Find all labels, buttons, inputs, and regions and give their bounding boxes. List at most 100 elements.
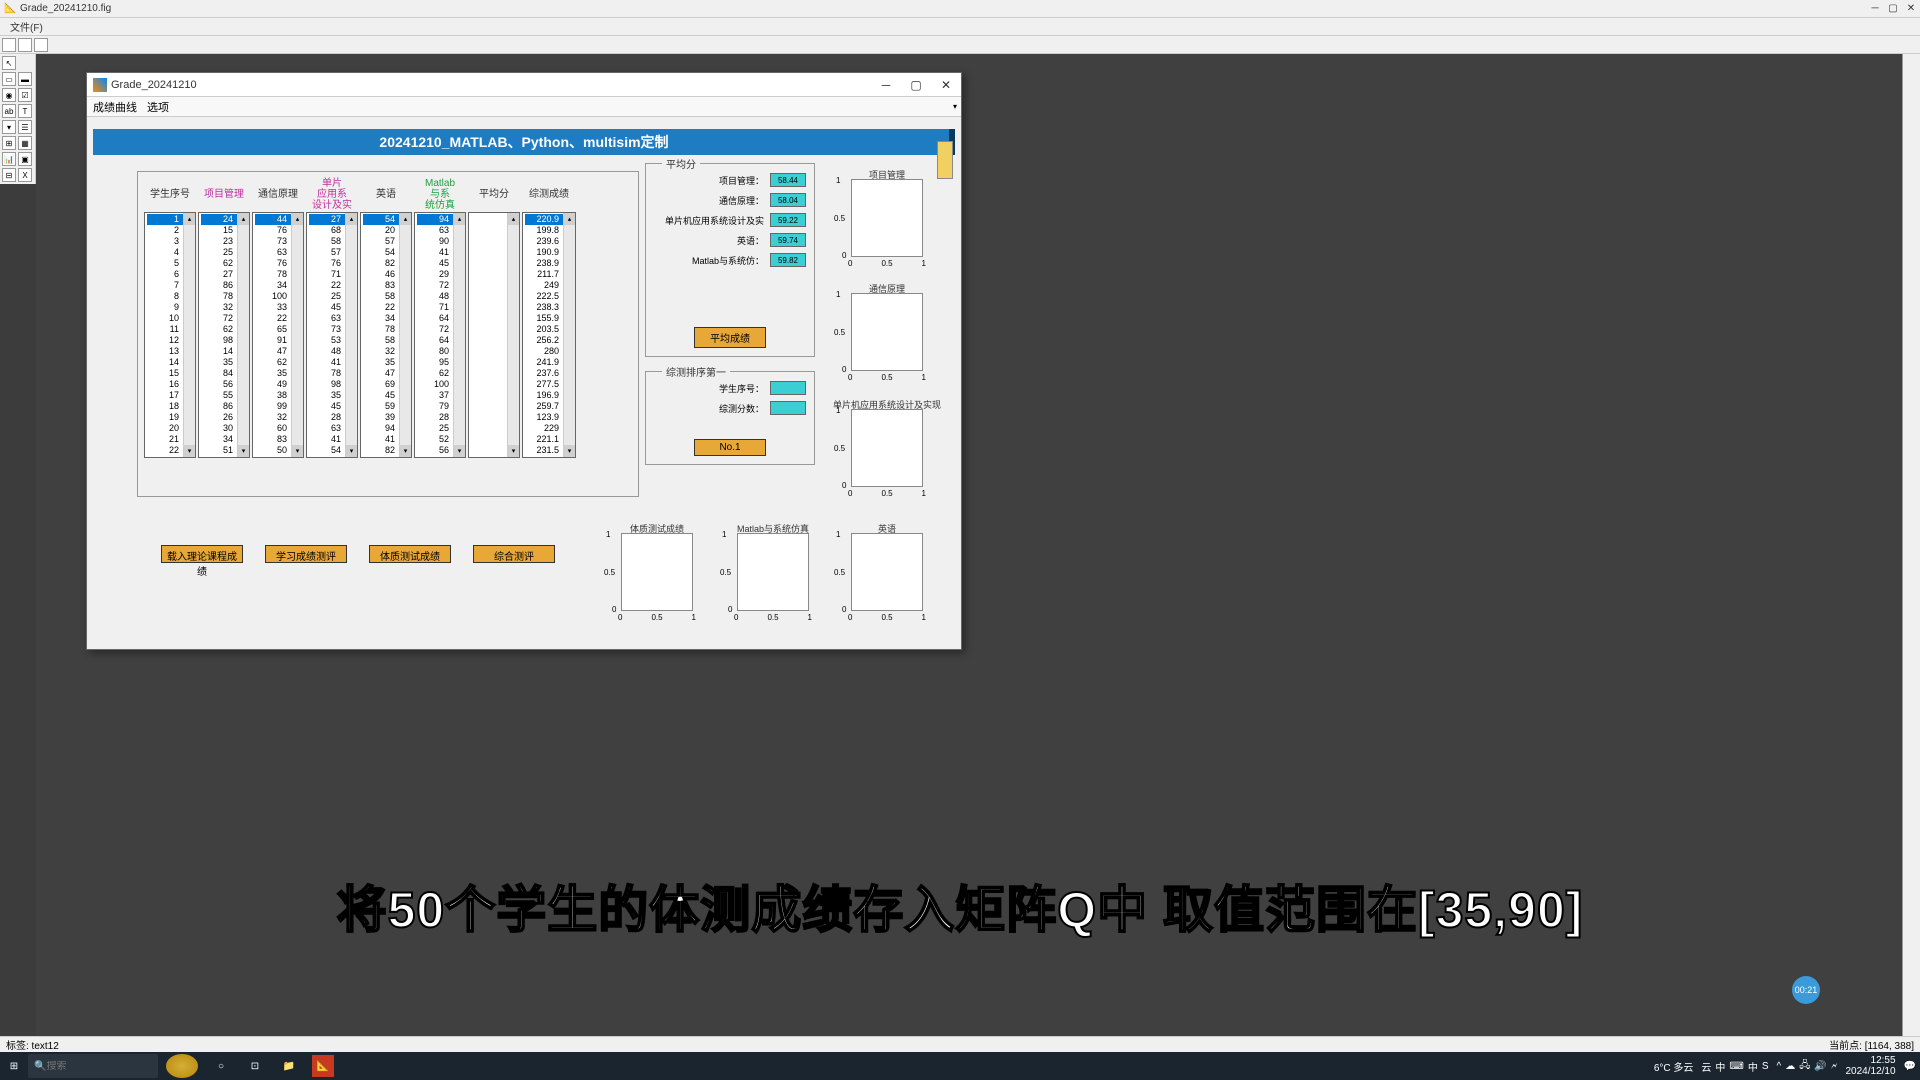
average-panel: 平均分 项目管理：58.44 通信原理：58.04 单片机应用系统设计及实59.…	[645, 163, 815, 357]
tool-popup[interactable]: ▾	[2, 120, 16, 134]
col-header-mcu: 单片 应用系 设计及实	[312, 176, 352, 212]
guide-tool-palette: ↖ ▭▬ ◉☑ abT ▾☰ ⊞▦ 📊▣ ⊟X	[0, 54, 36, 184]
start-button[interactable]: ⊞	[4, 1056, 24, 1076]
avg-mcu-value: 59.22	[770, 213, 806, 227]
fig-minimize-button[interactable]: ─	[871, 73, 901, 97]
save-file-icon[interactable]	[34, 38, 48, 52]
tool-slider[interactable]: ▬	[18, 72, 32, 86]
listbox-comm[interactable]: 4476736376783410033226591476235493899326…	[252, 212, 304, 458]
maximize-button[interactable]: ▢	[1884, 0, 1902, 16]
rank-panel: 综测排序第一 学生序号： 综测分数： No.1	[645, 371, 815, 465]
compute-rank-button[interactable]: No.1	[694, 439, 766, 456]
tray-volume-icon[interactable]: 🔊	[1814, 1061, 1826, 1072]
fig-maximize-button[interactable]: ▢	[901, 73, 931, 97]
search-icon: 🔍	[34, 1061, 46, 1072]
col-header-projmgmt: 项目管理	[204, 176, 244, 212]
col-header-avg: 平均分	[479, 176, 509, 212]
listbox-comp[interactable]: 220.9199.8239.6190.9238.9211.7249222.523…	[522, 212, 576, 458]
plot-fitness: 体质测试成绩 10.50 00.51	[621, 533, 693, 611]
listbox-avg[interactable]: ▴▾	[468, 212, 520, 458]
close-button[interactable]: ✕	[1902, 0, 1920, 16]
tool-table[interactable]: ▦	[18, 136, 32, 150]
menu-options[interactable]: 选项	[147, 99, 169, 115]
figure-icon	[93, 78, 107, 92]
avg-english-label: 英语：	[650, 234, 764, 247]
listbox-mcu[interactable]: 2768585776712225456373534841789835452863…	[306, 212, 358, 458]
plot-comm: 通信原理 10.50 00.51	[851, 293, 923, 371]
tray-lang-item[interactable]: ⌨	[1729, 1061, 1743, 1072]
listbox-projmgmt[interactable]: 2415232562278678327262981435845655862630…	[198, 212, 250, 458]
clock-date: 2024/12/10	[1845, 1066, 1895, 1077]
tool-edit[interactable]: ab	[2, 104, 16, 118]
windows-taskbar: ⊞ 🔍 ○ ⊡ 📁 📐 6°C 多云 云中⌨中S ^ ☁ 🖧 🔊 🗲 12:55…	[0, 1052, 1920, 1080]
rank-score-value	[770, 401, 806, 415]
menu-curve[interactable]: 成绩曲线	[93, 99, 137, 115]
col-header-matlab: Matlab 与系 统仿真	[425, 176, 455, 212]
listbox-student[interactable]: 12345678910111213141516171819202122▴▾	[144, 212, 196, 458]
tray-battery-icon[interactable]: 🗲	[1831, 1061, 1838, 1072]
tray-network-icon[interactable]: 🖧	[1799, 1058, 1810, 1075]
taskbar-coin-icon[interactable]	[166, 1054, 198, 1078]
avg-comm-label: 通信原理：	[650, 194, 764, 207]
tray-cloud-icon[interactable]: ☁	[1785, 1061, 1795, 1072]
compute-avg-button[interactable]: 平均成绩	[694, 327, 766, 348]
ide-titlebar: 📐 Grade_20241210.fig ─ ▢ ✕	[0, 0, 1920, 18]
col-header-comp: 综测成绩	[529, 176, 569, 212]
tool-axes[interactable]: 📊	[2, 152, 16, 166]
tray-lang-item[interactable]: S	[1762, 1061, 1769, 1072]
tool-activex[interactable]: X	[18, 168, 32, 182]
taskbar-search[interactable]: 🔍	[28, 1054, 158, 1078]
ide-window-controls: ─ ▢ ✕	[1866, 0, 1920, 16]
listbox-english[interactable]: 5420575482468358223478583235476945593994…	[360, 212, 412, 458]
task-view-icon[interactable]: ⊡	[244, 1055, 266, 1077]
tool-radio[interactable]: ◉	[2, 88, 16, 102]
figure-titlebar[interactable]: Grade_20241210 ─ ▢ ✕	[87, 73, 961, 97]
clock-time: 12:55	[1845, 1055, 1895, 1066]
plot-matlab-title: Matlab与系统仿真	[737, 522, 809, 535]
avg-matlab-value: 59.82	[770, 253, 806, 267]
status-right: 当前点: [1164, 388]	[1829, 1037, 1914, 1052]
menu-file[interactable]: 文件(F)	[4, 19, 49, 34]
tool-listbox[interactable]: ☰	[18, 120, 32, 134]
search-input[interactable]	[46, 1061, 152, 1072]
tray-chevron-icon[interactable]: ^	[1777, 1061, 1782, 1072]
tool-select[interactable]: ↖	[2, 56, 16, 70]
app-header-band: 20241210_MATLAB、Python、multisim定制	[93, 129, 955, 155]
load-grades-button[interactable]: 载入理论课程成绩	[161, 545, 243, 563]
file-explorer-icon[interactable]: 📁	[278, 1055, 300, 1077]
plot-projmgmt-title: 项目管理	[869, 168, 905, 181]
col-header-english: 英语	[376, 176, 396, 212]
weather-widget[interactable]: 6°C 多云	[1654, 1059, 1694, 1074]
tool-toggle[interactable]: ⊞	[2, 136, 16, 150]
plot-fitness-title: 体质测试成绩	[630, 522, 684, 535]
tray-lang-item[interactable]: 中	[1715, 1059, 1725, 1074]
tool-push[interactable]: ▭	[2, 72, 16, 86]
cortana-icon[interactable]: ○	[210, 1055, 232, 1077]
listbox-matlab[interactable]: 9463904145297248716472648095621003779282…	[414, 212, 466, 458]
ide-status-bar: 标签: text12 当前点: [1164, 388]	[0, 1036, 1920, 1052]
minimize-button[interactable]: ─	[1866, 0, 1884, 16]
tray-lang-item[interactable]: 云	[1701, 1059, 1711, 1074]
matlab-app-icon[interactable]: 📐	[312, 1055, 334, 1077]
ide-title: Grade_20241210.fig	[20, 3, 111, 14]
tool-text[interactable]: T	[18, 104, 32, 118]
tool-btngroup[interactable]: ⊟	[2, 168, 16, 182]
avg-comm-value: 58.04	[770, 193, 806, 207]
side-yellow-tab[interactable]	[937, 141, 953, 179]
avg-projmgmt-label: 项目管理：	[650, 174, 764, 187]
rank-score-label: 综测分数：	[650, 402, 764, 415]
menu-overflow-icon[interactable]: ▾	[953, 102, 957, 111]
tool-panel[interactable]: ▣	[18, 152, 32, 166]
notification-icon[interactable]: 💬	[1904, 1061, 1916, 1072]
tray-lang-item[interactable]: 中	[1748, 1059, 1758, 1074]
new-file-icon[interactable]	[2, 38, 16, 52]
tool-check[interactable]: ☑	[18, 88, 32, 102]
study-eval-button[interactable]: 学习成绩测评	[265, 545, 347, 563]
fitness-test-button[interactable]: 体质测试成绩	[369, 545, 451, 563]
taskbar-tray: 6°C 多云 云中⌨中S ^ ☁ 🖧 🔊 🗲 12:55 2024/12/10 …	[1654, 1055, 1916, 1077]
avg-english-value: 59.74	[770, 233, 806, 247]
open-file-icon[interactable]	[18, 38, 32, 52]
comprehensive-eval-button[interactable]: 综合测评	[473, 545, 555, 563]
fig-close-button[interactable]: ✕	[931, 73, 961, 97]
taskbar-clock[interactable]: 12:55 2024/12/10	[1845, 1055, 1895, 1077]
